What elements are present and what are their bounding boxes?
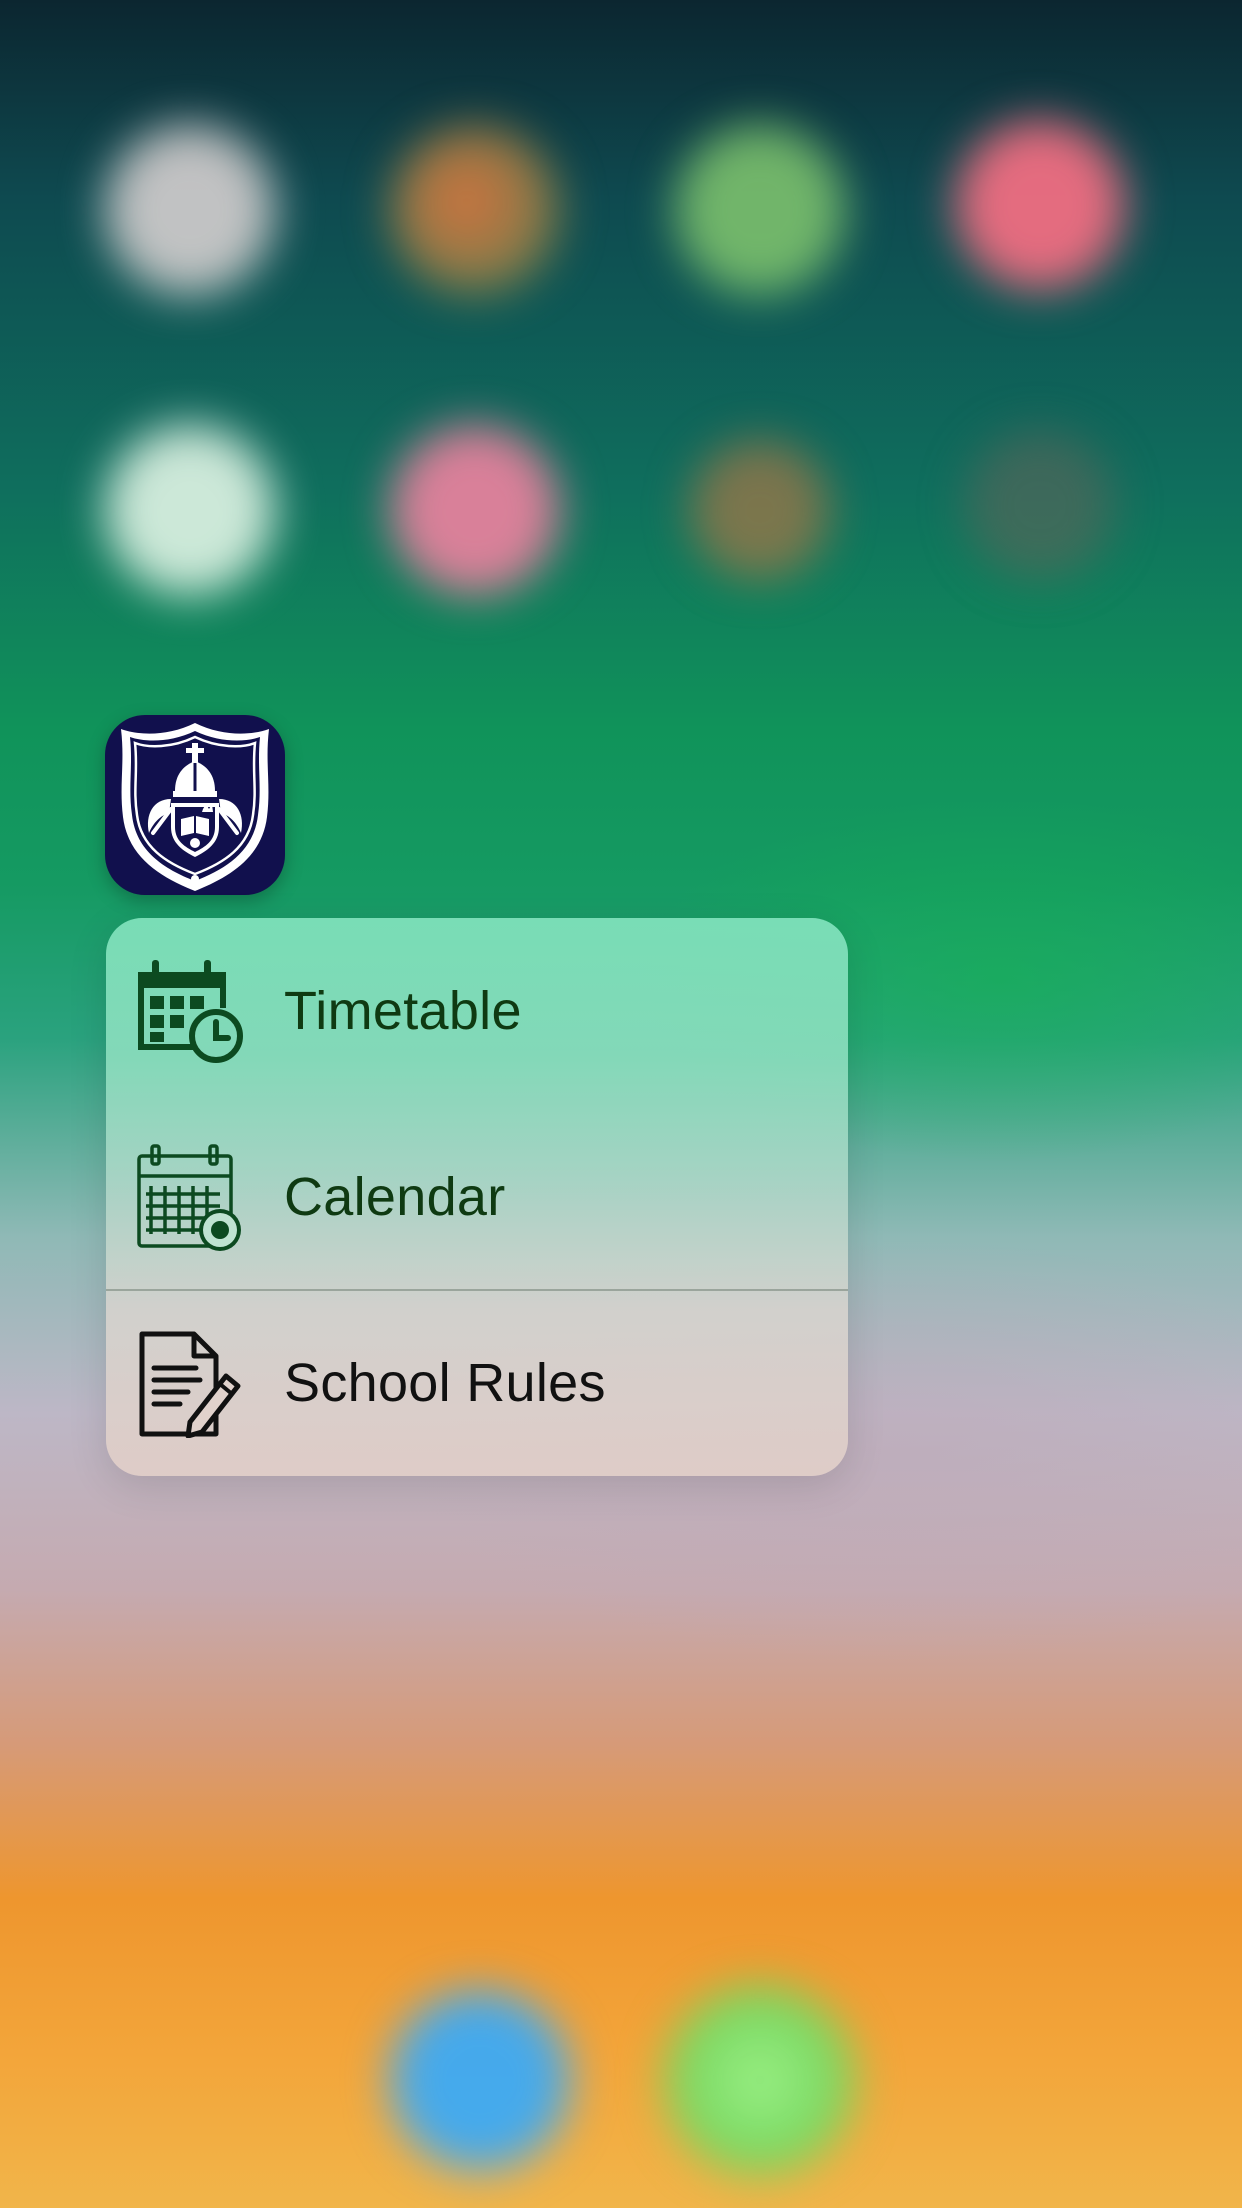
- blurred-app-icon: [965, 430, 1115, 580]
- quick-actions-menu: Timetable Calendar School Rules: [106, 918, 848, 1476]
- blurred-app-icon: [105, 125, 275, 295]
- blurred-app-icon: [955, 120, 1125, 290]
- blurred-dock-icon: [665, 1985, 855, 2175]
- quick-action-school-rules[interactable]: School Rules: [106, 1290, 848, 1476]
- quick-action-timetable[interactable]: Timetable: [106, 918, 848, 1104]
- quick-action-label: Timetable: [284, 981, 522, 1041]
- blurred-app-icon: [390, 425, 560, 595]
- document-pencil-icon: [139, 1331, 241, 1438]
- quick-action-label: Calendar: [284, 1167, 506, 1227]
- blurred-app-icon: [105, 425, 275, 595]
- quick-action-calendar[interactable]: Calendar: [106, 1104, 848, 1290]
- blurred-app-icon: [390, 125, 560, 295]
- blurred-app-icon: [690, 440, 830, 580]
- calendar-grid-icon: [137, 1144, 241, 1251]
- quick-action-label: School Rules: [284, 1353, 606, 1413]
- blurred-dock-icon: [390, 1990, 570, 2170]
- calendar-clock-icon: [138, 960, 243, 1063]
- school-crest-icon: [121, 723, 269, 891]
- app-icon[interactable]: [105, 715, 285, 895]
- blurred-app-icon: [675, 125, 845, 295]
